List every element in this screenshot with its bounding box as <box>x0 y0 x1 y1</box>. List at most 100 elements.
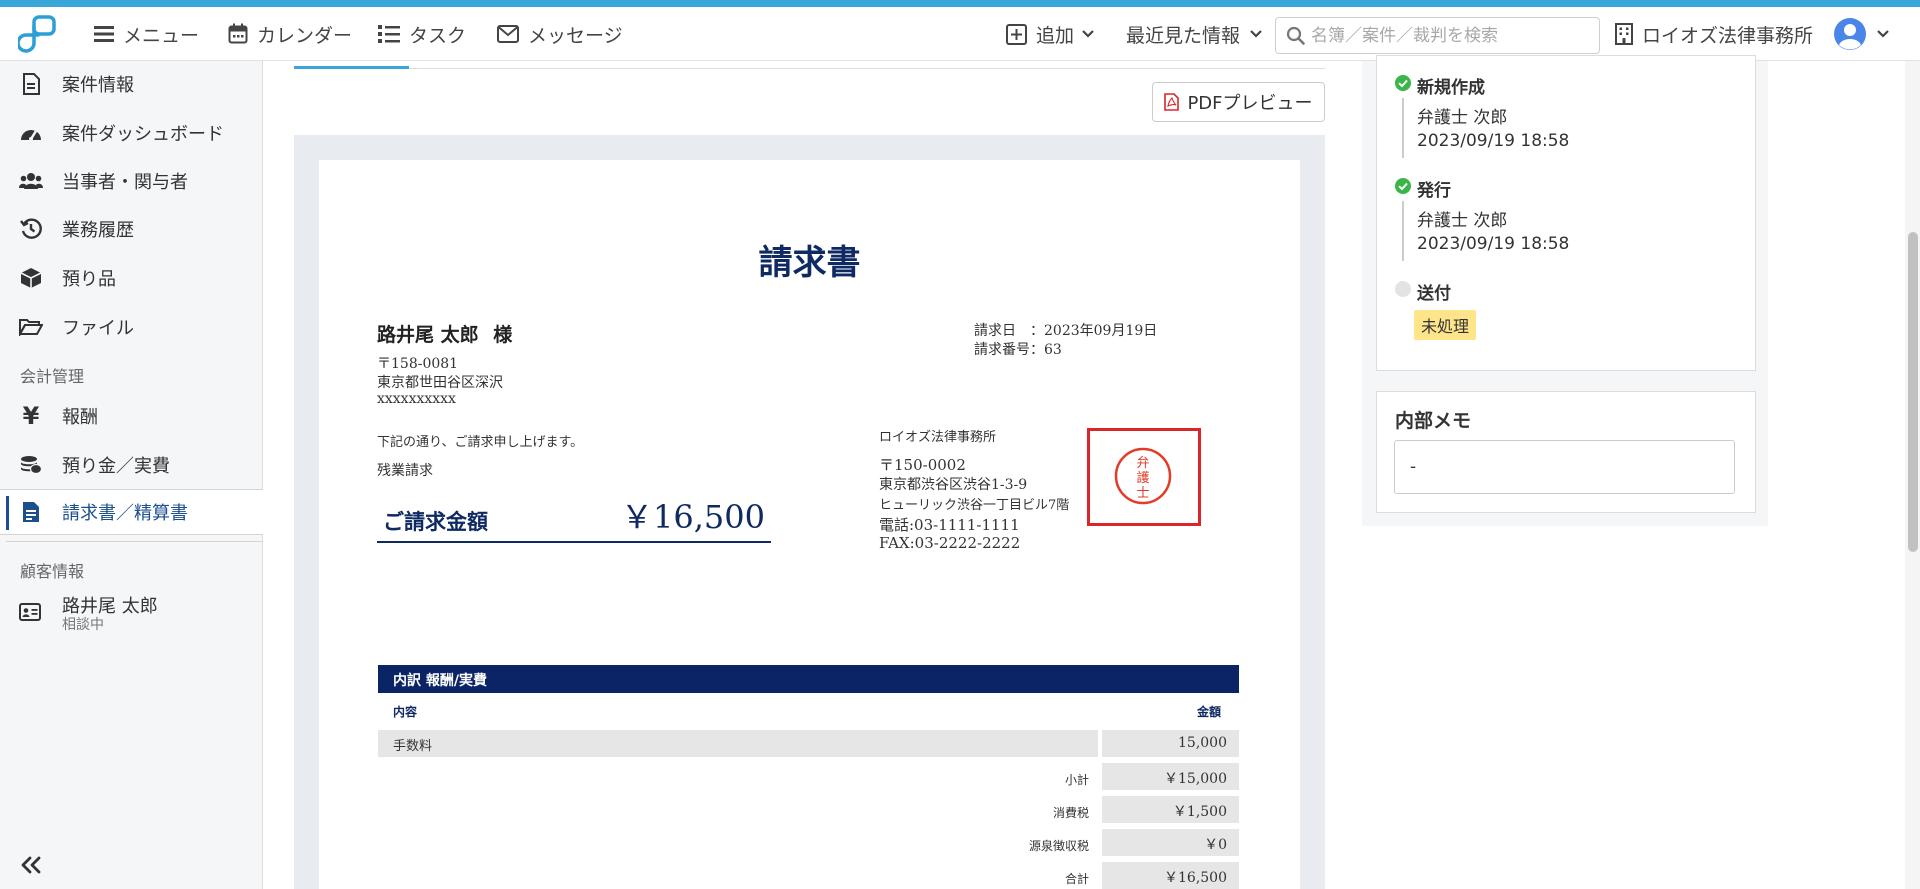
recent-items-dropdown[interactable]: 最近見た情報 <box>1126 7 1262 61</box>
user-menu[interactable] <box>1834 7 1889 61</box>
sidebar-customer-card[interactable]: 路井尾 太郎 相談中 <box>0 589 263 639</box>
plus-square-icon <box>1006 23 1027 45</box>
invoice-title: 請求書 <box>758 243 861 283</box>
sidebar-item-invoices[interactable]: 請求書／精算書 <box>0 489 263 535</box>
pdf-file-icon <box>1164 93 1180 111</box>
chevron-down-icon <box>1877 30 1889 38</box>
global-search[interactable] <box>1275 17 1600 54</box>
invoice-date-row: 請求日 ：2023年09月19日 <box>974 323 1158 339</box>
sidebar-item-deposits-items[interactable]: 預り品 <box>0 255 263 301</box>
recipient-name: 路井尾 太郎 <box>377 324 479 346</box>
recipient-block: 路井尾 太郎 様 <box>377 320 512 347</box>
invoice-intro: 下記の通り、ご請求申し上げます。 <box>377 435 584 450</box>
office-name: ロイオズ法律事務所 <box>1642 24 1814 47</box>
breakdown-header: 内訳 報酬/実費 <box>393 673 487 689</box>
status-badge: 未処理 <box>1414 310 1477 340</box>
firm-fax: FAX:03-2222-2222 <box>879 534 1021 552</box>
sidebar-item-label: 預り品 <box>62 269 116 290</box>
sidebar-item-label: 報酬 <box>62 407 98 428</box>
sidebar-item-work-history[interactable]: 業務履歴 <box>0 206 263 252</box>
event-time: 2023/09/19 18:58 <box>1417 131 1570 151</box>
sidebar-item-label: 預り金／実費 <box>62 456 170 477</box>
customer-status: 相談中 <box>62 617 104 633</box>
sidebar-item-parties[interactable]: 当事者・関与者 <box>0 158 263 204</box>
tax-label: 消費税 <box>1052 806 1089 820</box>
pdf-preview-button[interactable]: PDFプレビュー <box>1152 82 1325 122</box>
amount-box: ご請求金額 ￥16,500 <box>377 490 771 543</box>
invoice-paper: 請求書 路井尾 太郎 様 〒158-0081 東京都世田谷区深沢 xxxxxxx… <box>319 160 1300 889</box>
tax-value: ￥1,500 <box>1172 804 1227 820</box>
hamburger-icon <box>94 26 114 42</box>
scrollbar-thumb[interactable] <box>1908 232 1918 552</box>
amount-label: ご請求金額 <box>383 510 488 534</box>
amount-value: ￥16,500 <box>621 498 765 536</box>
row-amount: 15,000 <box>1178 735 1227 751</box>
breakdown-header-bar: 内訳 報酬/実費 <box>378 665 1239 693</box>
invoice-date-label: 請求日 <box>974 323 1016 339</box>
table-row-amount-cell: 15,000 <box>1102 730 1239 757</box>
table-row: 手数料 <box>378 730 1098 757</box>
status-history-card: 新規作成 弁護士 次郎 2023/09/19 18:58 発行 弁護士 次郎 2… <box>1376 55 1756 371</box>
calendar-button[interactable]: カレンダー <box>228 7 352 61</box>
event-user: 弁護士 次郎 <box>1417 108 1508 128</box>
sidebar-item-label: 当事者・関与者 <box>62 172 188 193</box>
coins-icon <box>18 452 44 478</box>
sidebar-item-files[interactable]: ファイル <box>0 304 263 350</box>
calendar-icon <box>228 23 248 44</box>
invoice-date-value: 2023年09月19日 <box>1044 323 1158 339</box>
id-card-icon <box>19 603 41 621</box>
add-button[interactable]: 追加 <box>1006 7 1094 61</box>
tax-cell: ￥1,500 <box>1102 796 1239 823</box>
task-list-icon <box>378 25 400 43</box>
sidebar-item-label: 案件ダッシュボード <box>62 124 224 145</box>
dashboard-icon <box>18 120 44 146</box>
firm-name: ロイオズ法律事務所 <box>879 430 997 445</box>
office-switcher[interactable]: ロイオズ法律事務所 <box>1615 7 1813 61</box>
search-icon <box>1286 26 1305 45</box>
sidebar-item-deposits-expenses[interactable]: 預り金／実費 <box>0 442 263 488</box>
memo-field[interactable]: - <box>1394 440 1735 494</box>
sidebar-item-case-info[interactable]: 案件情報 <box>0 61 263 107</box>
withholding-label: 源泉徴収税 <box>1028 839 1089 853</box>
total-cell: ￥16,500 <box>1102 862 1239 889</box>
app-logo-icon[interactable] <box>18 15 58 55</box>
calendar-label: カレンダー <box>257 24 353 47</box>
timeline-line <box>1402 201 1404 261</box>
subtotal-cell: ￥15,000 <box>1102 763 1239 790</box>
sidebar-item-label: 案件情報 <box>62 75 134 96</box>
col-header-content: 内容 <box>393 705 418 719</box>
event-user: 弁護士 次郎 <box>1417 211 1508 231</box>
sidebar-item-label: 請求書／精算書 <box>62 503 188 524</box>
document-icon <box>18 71 44 97</box>
check-circle-icon <box>1395 75 1411 91</box>
total-value: ￥16,500 <box>1164 870 1227 886</box>
chevron-down-icon <box>1250 30 1262 38</box>
sidebar-item-fees[interactable]: ¥ 報酬 <box>0 393 263 439</box>
recipient-address-line2: xxxxxxxxxx <box>377 391 456 407</box>
menu-label: メニュー <box>123 24 200 47</box>
folder-icon <box>18 314 44 340</box>
firm-address: 東京都渋谷区渋谷1-3-9 <box>879 477 1028 493</box>
sidebar: 案件情報 案件ダッシュボード 当事者・関与者 業務履歴 預り品 ファイル 会計管… <box>0 61 263 889</box>
recent-label: 最近見た情報 <box>1126 24 1241 47</box>
invoice-number-row: 請求番号：63 <box>974 342 1062 358</box>
active-tab-indicator <box>294 66 409 69</box>
memo-value: - <box>1410 457 1417 477</box>
event-title: 送付 <box>1417 284 1451 304</box>
add-label: 追加 <box>1036 24 1075 47</box>
user-avatar-icon <box>1834 18 1866 50</box>
search-input[interactable] <box>1311 25 1591 46</box>
check-circle-icon <box>1395 178 1411 194</box>
messages-button[interactable]: メッセージ <box>497 7 623 61</box>
subtotal-value: ￥15,000 <box>1164 771 1227 787</box>
menu-button[interactable]: メニュー <box>94 7 199 61</box>
envelope-icon <box>497 25 519 43</box>
col-header-amount: 金額 <box>1197 705 1222 719</box>
pending-circle-icon <box>1395 281 1411 297</box>
tasks-button[interactable]: タスク <box>378 7 466 61</box>
row-content: 手数料 <box>393 739 433 754</box>
pdf-preview-label: PDFプレビュー <box>1187 93 1313 114</box>
event-title: 新規作成 <box>1417 78 1485 98</box>
double-chevron-left-icon[interactable] <box>20 856 42 874</box>
sidebar-item-case-dashboard[interactable]: 案件ダッシュボード <box>0 110 263 156</box>
